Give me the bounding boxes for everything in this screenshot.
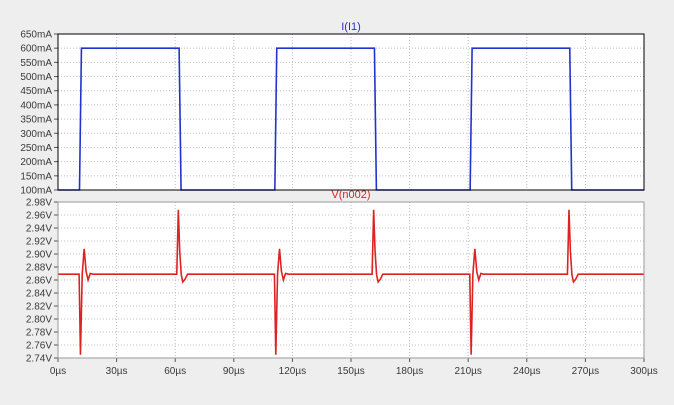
time-x-tick-label: 210µs bbox=[454, 366, 481, 377]
time-x-tick-label: 180µs bbox=[396, 366, 423, 377]
voltage-y-tick-label: 2.84V bbox=[26, 289, 52, 300]
voltage-y-tick-label: 2.94V bbox=[26, 224, 52, 235]
voltage-y-tick-label: 2.80V bbox=[26, 315, 52, 326]
current-y-tick-label: 300mA bbox=[20, 129, 52, 140]
time-x-tick-label: 300µs bbox=[630, 366, 657, 377]
waveform-chart: 100mA 150mA 200mA 250mA 300mA 350mA 400mA 450mA… bbox=[20, 21, 658, 377]
time-x-ticks: 0µs 30µs 60µs 90µs 120µs 150µs 180µs 210µs 240µs… bbox=[50, 358, 658, 377]
voltage-y-tick-label: 2.98V bbox=[26, 198, 52, 209]
voltage-y-tick-label: 2.82V bbox=[26, 302, 52, 313]
time-x-tick-label: 150µs bbox=[337, 366, 364, 377]
voltage-y-tick-label: 2.76V bbox=[26, 341, 52, 352]
voltage-y-tick-label: 2.78V bbox=[26, 328, 52, 339]
time-x-tick-label: 120µs bbox=[279, 366, 306, 377]
time-x-tick-label: 30µs bbox=[106, 366, 128, 377]
time-x-tick-label: 90µs bbox=[223, 366, 245, 377]
voltage-y-ticks: 2.74V 2.76V 2.78V 2.80V 2.82V 2.84V 2.86V 2.88V… bbox=[26, 198, 58, 365]
current-y-tick-label: 250mA bbox=[20, 143, 52, 154]
time-x-tick-label: 60µs bbox=[164, 366, 186, 377]
current-y-tick-label: 550mA bbox=[20, 58, 52, 69]
voltage-y-tick-label: 2.88V bbox=[26, 263, 52, 274]
current-y-tick-label: 450mA bbox=[20, 86, 52, 97]
current-y-tick-label: 600mA bbox=[20, 44, 52, 55]
current-y-tick-label: 350mA bbox=[20, 115, 52, 126]
voltage-y-tick-label: 2.74V bbox=[26, 354, 52, 365]
time-x-tick-label: 0µs bbox=[50, 366, 66, 377]
current-y-tick-label: 500mA bbox=[20, 72, 52, 83]
current-trace-title[interactable]: I(I1) bbox=[341, 21, 361, 33]
voltage-y-tick-label: 2.90V bbox=[26, 250, 52, 261]
current-y-tick-label: 100mA bbox=[20, 186, 52, 197]
voltage-trace-title[interactable]: V(n002) bbox=[331, 189, 370, 201]
current-y-tick-label: 650mA bbox=[20, 30, 52, 41]
current-y-tick-label: 400mA bbox=[20, 100, 52, 111]
ltspice-waveform-viewer: 100mA 150mA 200mA 250mA 300mA 350mA 400mA 450mA… bbox=[0, 0, 674, 400]
current-y-tick-label: 150mA bbox=[20, 171, 52, 182]
time-x-tick-label: 240µs bbox=[513, 366, 540, 377]
voltage-y-tick-label: 2.86V bbox=[26, 276, 52, 287]
current-y-ticks: 100mA 150mA 200mA 250mA 300mA 350mA 400mA 450mA… bbox=[20, 30, 58, 197]
voltage-y-tick-label: 2.92V bbox=[26, 237, 52, 248]
time-x-tick-label: 270µs bbox=[572, 366, 599, 377]
voltage-y-tick-label: 2.96V bbox=[26, 211, 52, 222]
current-y-tick-label: 200mA bbox=[20, 157, 52, 168]
